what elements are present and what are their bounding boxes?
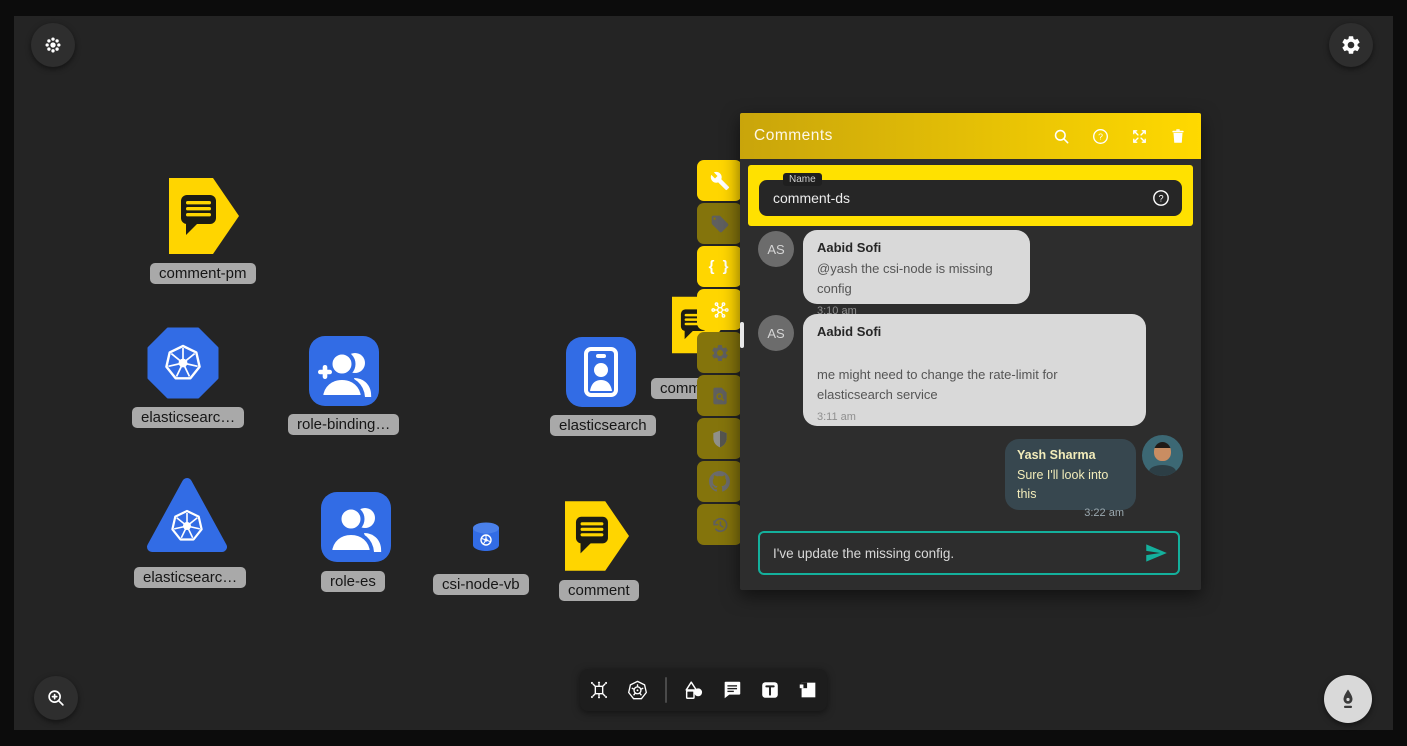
zoom-in-icon <box>45 687 67 709</box>
node-label: elasticsearc… <box>134 567 246 588</box>
draw-button[interactable] <box>1324 675 1372 723</box>
mesh-tool-button[interactable] <box>697 289 742 330</box>
wrench-tool-button[interactable] <box>697 160 742 201</box>
message-text: Sure I'll look into this <box>1017 466 1124 504</box>
node-label: role-es <box>321 571 385 592</box>
node-label: comment <box>559 580 639 601</box>
chat-message: Aabid Sofi @yash the csi-node is missing… <box>803 230 1030 304</box>
kubernetes-tool-button[interactable] <box>626 679 649 702</box>
search-comments-button[interactable] <box>1052 127 1071 146</box>
node-label: comment-pm <box>150 263 256 284</box>
avatar: AS <box>758 231 794 267</box>
doc-search-icon <box>710 386 730 406</box>
braces-tool-button[interactable]: { } <box>697 246 742 287</box>
settings-button[interactable] <box>1329 23 1373 67</box>
name-field[interactable]: Name ? <box>759 180 1182 216</box>
message-time: 3:22 am <box>1017 507 1124 519</box>
node-csi-node-vb[interactable] <box>469 520 503 559</box>
avatar-photo <box>1142 435 1183 476</box>
panel-scrollbar[interactable] <box>740 322 744 348</box>
node-role-binding[interactable] <box>309 336 379 411</box>
tag-tool-button[interactable] <box>697 203 742 244</box>
comment-input[interactable] <box>760 546 1143 561</box>
panel-title: Comments <box>754 127 833 145</box>
svg-text:?: ? <box>1158 193 1163 203</box>
mesh-hub-icon <box>709 299 731 321</box>
expand-panel-button[interactable] <box>1130 127 1149 146</box>
tag-icon <box>710 214 730 234</box>
node-label: elasticsearc… <box>132 407 244 428</box>
message-author: Aabid Sofi <box>817 324 1132 339</box>
comments-panel: Comments ? Name ? AS Aabid Sofi @yash th… <box>740 113 1201 590</box>
svg-text:?: ? <box>1098 131 1103 141</box>
avatar: AS <box>758 315 794 351</box>
message-text: me might need to change the rate-limit f… <box>817 365 1132 404</box>
node-comment[interactable] <box>565 500 629 577</box>
node-role-es[interactable] <box>321 492 391 567</box>
security-tool-button[interactable] <box>697 418 742 459</box>
node-elasticsearch-triangle[interactable] <box>145 476 229 561</box>
text-tool-button[interactable] <box>759 679 781 701</box>
message-time: 3:11 am <box>817 411 1132 423</box>
shapes-tool-button[interactable] <box>683 679 705 701</box>
help-button[interactable]: ? <box>1091 127 1110 146</box>
node-elasticsearch-octagon[interactable] <box>147 327 219 404</box>
message-author: Yash Sharma <box>1017 448 1124 462</box>
braces-icon: { } <box>709 258 731 275</box>
node-label: elasticsearch <box>550 415 656 436</box>
wrench-icon <box>710 171 730 191</box>
node-action-dock: { } <box>697 160 742 547</box>
name-field-section: Name ? <box>748 165 1193 226</box>
send-icon[interactable] <box>1143 540 1169 566</box>
note-tool-button[interactable] <box>797 679 819 701</box>
node-comment-pm[interactable] <box>169 178 239 259</box>
comment-composer[interactable] <box>758 531 1180 575</box>
gear-icon <box>710 343 730 363</box>
chat-message: Aabid Sofi me might need to change the r… <box>803 314 1146 426</box>
name-input[interactable] <box>759 190 1151 206</box>
canvas-toolbar <box>580 669 827 711</box>
inspect-tool-button[interactable] <box>697 375 742 416</box>
toolbar-divider <box>665 677 667 703</box>
comment-tool-button[interactable] <box>721 679 743 701</box>
app-logo-icon <box>43 35 63 55</box>
chat-message: Yash Sharma Sure I'll look into this 3:2… <box>1005 439 1136 510</box>
message-text: @yash the csi-node is missing config <box>817 259 1016 298</box>
message-author: Aabid Sofi <box>817 240 1016 255</box>
app-window: comment-pm elasticsearc… role-binding… e… <box>0 0 1407 746</box>
shield-icon <box>710 429 730 449</box>
github-icon <box>709 471 730 492</box>
node-elasticsearch-sa[interactable] <box>566 337 636 412</box>
gear-icon <box>1340 34 1362 56</box>
app-menu-button[interactable] <box>31 23 75 67</box>
node-label: role-binding… <box>288 414 399 435</box>
comments-panel-header[interactable]: Comments ? <box>740 113 1201 159</box>
zoom-button[interactable] <box>34 676 78 720</box>
pen-nib-icon <box>1336 687 1360 711</box>
node-label: csi-node-vb <box>433 574 529 595</box>
config-tool-button[interactable] <box>697 332 742 373</box>
github-tool-button[interactable] <box>697 461 742 502</box>
help-icon[interactable]: ? <box>1151 188 1171 208</box>
components-tool-button[interactable] <box>588 679 610 701</box>
name-field-label: Name <box>783 173 822 186</box>
history-icon <box>710 515 730 535</box>
delete-comment-button[interactable] <box>1169 127 1187 145</box>
history-tool-button[interactable] <box>697 504 742 545</box>
